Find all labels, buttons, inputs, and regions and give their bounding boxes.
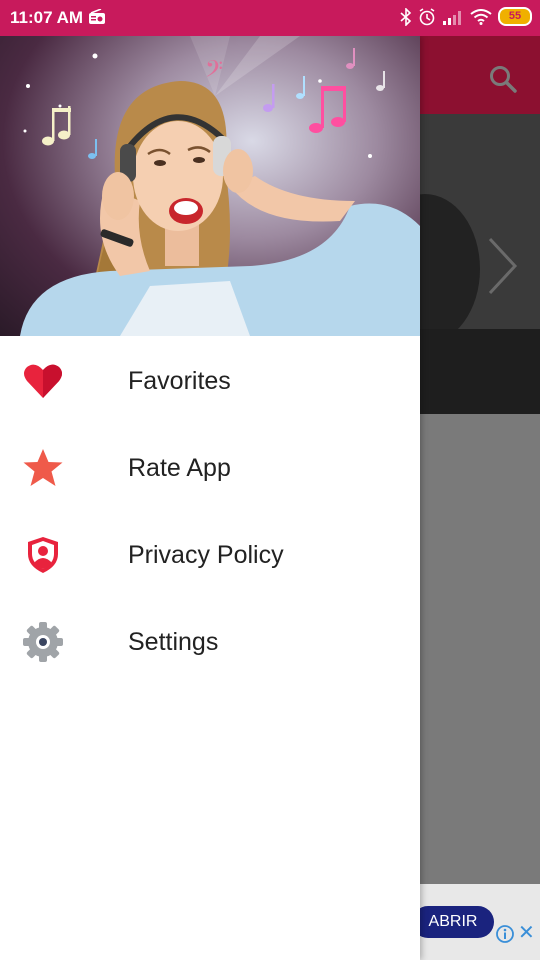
star-icon <box>22 447 64 489</box>
drawer-menu: Favorites Rate App Privacy Policy Settin… <box>0 336 420 684</box>
svg-text:𝄢: 𝄢 <box>205 55 223 88</box>
status-icons: 55 <box>400 7 532 26</box>
battery-indicator: 55 <box>498 7 532 26</box>
menu-item-label: Settings <box>128 628 219 656</box>
heart-icon <box>22 360 64 402</box>
ad-open-button[interactable]: ABRIR <box>412 906 494 938</box>
menu-item-privacy-policy[interactable]: Privacy Policy <box>0 510 420 597</box>
menu-item-label: Favorites <box>128 367 231 395</box>
status-bar: 11:07 AM 55 <box>0 0 540 36</box>
ad-close-icon[interactable]: ✕ <box>518 923 536 943</box>
next-arrow-icon[interactable] <box>485 236 519 296</box>
wifi-icon <box>470 8 492 25</box>
search-icon[interactable] <box>488 64 518 94</box>
menu-item-settings[interactable]: Settings <box>0 597 420 684</box>
bluetooth-icon <box>400 7 412 26</box>
menu-item-label: Rate App <box>128 454 231 482</box>
ad-info-icon[interactable] <box>496 925 514 943</box>
navigation-drawer: 𝄢 Favorites Rate App Privacy Policy Sett… <box>0 36 420 960</box>
gear-icon <box>22 621 64 663</box>
shield-user-icon <box>22 534 64 576</box>
menu-item-label: Privacy Policy <box>128 541 284 569</box>
menu-item-rate-app[interactable]: Rate App <box>0 423 420 510</box>
radio-icon <box>89 9 105 24</box>
alarm-icon <box>419 7 435 25</box>
header-illustration: 𝄢 <box>20 36 420 336</box>
menu-item-favorites[interactable]: Favorites <box>0 336 420 423</box>
drawer-header-image: 𝄢 <box>0 36 420 336</box>
status-time: 11:07 AM <box>10 8 84 27</box>
signal-icon <box>443 10 461 25</box>
